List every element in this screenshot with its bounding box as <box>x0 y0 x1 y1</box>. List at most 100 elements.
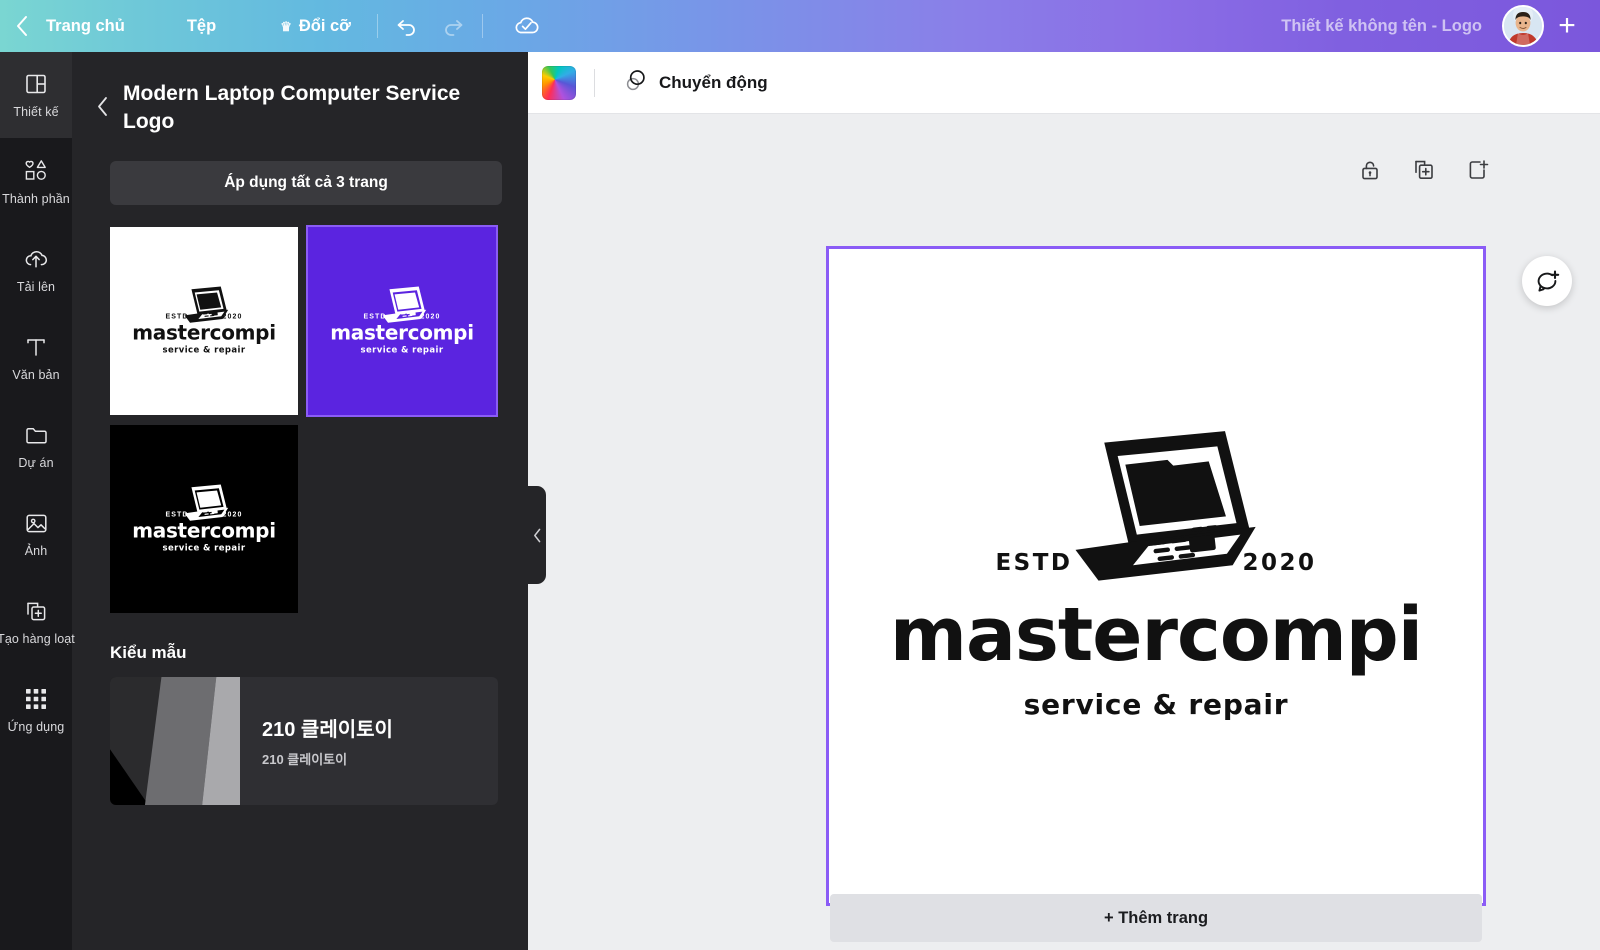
estd-label: ESTD <box>995 550 1073 576</box>
resize-label: Đổi cỡ <box>298 16 351 35</box>
mini-year: 2020 <box>222 511 243 519</box>
mini-estd: ESTD <box>165 511 189 519</box>
rainbow-color-swatch[interactable] <box>542 65 576 100</box>
lock-icon[interactable] <box>1358 158 1384 184</box>
mini-brand-name: mastercompi <box>330 320 474 345</box>
style-meta: 210 클레이토이 210 클레이토이 <box>240 677 393 805</box>
toolbar-divider-2 <box>481 14 483 38</box>
mini-estd: ESTD <box>363 313 387 321</box>
mini-estd-row: ESTD 2020 <box>129 511 279 518</box>
file-menu[interactable]: Tệp <box>167 0 260 52</box>
folder-icon <box>23 422 49 448</box>
avatar[interactable] <box>1502 5 1544 47</box>
bulk-create-icon <box>23 598 49 624</box>
upload-cloud-icon <box>23 246 49 272</box>
mini-estd-row: ESTD 2020 <box>129 313 279 320</box>
template-thumbnail-list: ESTD 2020 mastercompi service & repair E… <box>72 205 528 613</box>
style-thumbnail <box>110 676 240 805</box>
top-bar-left: Trang chủ Tệp ♛ Đổi cỡ <box>0 0 549 52</box>
add-comment-button[interactable] <box>1522 256 1572 306</box>
chevron-left-icon <box>98 97 107 116</box>
home-label: Trang chủ <box>46 16 125 35</box>
duplicate-page-icon[interactable] <box>1412 158 1438 184</box>
panel-collapse-handle[interactable] <box>528 486 546 584</box>
toolbar-divider-1 <box>376 14 378 38</box>
estd-row: ESTD 2020 <box>876 550 1436 576</box>
mini-tagline: service & repair <box>162 543 246 554</box>
mini-tagline: service & repair <box>360 345 444 356</box>
brand-name: mastercompi <box>889 592 1423 678</box>
animate-circles-icon <box>623 68 648 98</box>
sidebar-item-design[interactable]: Thiết kế <box>0 52 72 138</box>
back-button[interactable] <box>0 0 42 52</box>
year-label: 2020 <box>1242 550 1317 576</box>
brand-tagline: service & repair <box>1023 688 1289 721</box>
mini-tagline: service & repair <box>162 345 246 356</box>
redo-button[interactable] <box>430 0 476 52</box>
editor-area: Chuyển động ESTD 2020 mastercompi servic… <box>528 52 1600 950</box>
home-menu[interactable]: Trang chủ <box>42 0 167 52</box>
chevron-left-icon <box>16 16 27 36</box>
template-thumbnail-white[interactable]: ESTD 2020 mastercompi service & repair <box>110 226 298 415</box>
document-title[interactable]: Thiết kế không tên - Logo <box>1281 17 1482 36</box>
saved-status-button[interactable] <box>503 0 549 52</box>
sidebar-label: Tải lên <box>16 280 56 294</box>
chevron-left-icon <box>533 528 540 542</box>
style-sub: 210 클레이토이 <box>262 751 348 767</box>
layout-icon <box>23 71 49 97</box>
panel-header: Modern Laptop Computer Service Logo <box>72 52 528 137</box>
sidebar-item-bulk-create[interactable]: Tạo hàng loạt <box>0 578 75 666</box>
undo-button[interactable] <box>384 0 430 52</box>
sidebar-item-photos[interactable]: Ảnh <box>0 490 72 578</box>
grid-apps-icon <box>23 686 49 712</box>
sidebar-label: Thiết kế <box>13 105 59 119</box>
undo-icon <box>397 20 415 36</box>
mini-brand-name: mastercompi <box>132 320 276 345</box>
text-t-icon <box>23 334 49 360</box>
sidebar-label: Thành phần <box>2 192 70 206</box>
page-tools <box>1358 158 1492 184</box>
editor-toolbar: Chuyển động <box>528 52 1600 114</box>
sidebar-item-text[interactable]: Văn bản <box>0 314 72 402</box>
template-thumbnail-purple[interactable]: ESTD 2020 mastercompi service & repair <box>306 224 498 417</box>
mini-year: 2020 <box>420 313 441 321</box>
avatar-image <box>1504 7 1542 45</box>
design-canvas[interactable]: ESTD 2020 mastercompi service & repair <box>826 246 1486 906</box>
top-bar-right: Thiết kế không tên - Logo + <box>1281 0 1600 52</box>
sidebar-label: Ảnh <box>24 544 48 558</box>
image-icon <box>23 510 49 536</box>
apply-all-pages-button[interactable]: Áp dụng tất cả 3 trang <box>110 160 502 205</box>
redo-icon <box>445 20 463 36</box>
add-page-button[interactable]: + Thêm trang <box>830 894 1482 942</box>
style-thumbnail-art <box>110 676 240 805</box>
design-panel: Modern Laptop Computer Service Logo Áp d… <box>72 52 528 950</box>
sidebar-item-projects[interactable]: Dự án <box>0 402 72 490</box>
sidebar-item-elements[interactable]: Thành phần <box>0 138 72 226</box>
mini-logo: ESTD 2020 mastercompi service & repair <box>129 286 279 355</box>
sidebar-label: Văn bản <box>12 368 60 382</box>
animate-button[interactable]: Chuyển động <box>613 63 778 103</box>
crown-icon: ♛ <box>280 18 292 34</box>
styles-section-title: Kiểu mẫu <box>110 642 187 662</box>
mini-logo: ESTD 2020 mastercompi service & repair <box>327 286 477 355</box>
animate-label: Chuyển động <box>659 72 768 92</box>
logo-artwork[interactable]: ESTD 2020 mastercompi service & repair <box>876 431 1436 721</box>
mini-estd: ESTD <box>165 313 189 321</box>
left-rail: Thiết kế Thành phần Tải lên Văn bản Dự á… <box>0 52 75 950</box>
panel-title: Modern Laptop Computer Service Logo <box>123 82 461 134</box>
cloud-check-icon <box>515 17 539 34</box>
mini-year: 2020 <box>222 313 243 321</box>
resize-menu[interactable]: ♛ Đổi cỡ <box>260 0 371 52</box>
add-button[interactable]: + <box>1544 0 1590 52</box>
sidebar-item-uploads[interactable]: Tải lên <box>0 226 72 314</box>
add-comment-icon <box>1537 270 1559 292</box>
add-page-icon[interactable] <box>1466 158 1492 184</box>
template-thumbnail-black[interactable]: ESTD 2020 mastercompi service & repair <box>110 424 298 613</box>
style-card[interactable]: 210 클레이토이 210 클레이토이 <box>110 676 498 805</box>
mini-estd-row: ESTD 2020 <box>327 313 477 320</box>
sidebar-label: Tạo hàng loạt <box>0 632 75 646</box>
canvas-area: ESTD 2020 mastercompi service & repair +… <box>528 114 1600 950</box>
sidebar-item-apps[interactable]: Ứng dụng <box>0 666 72 754</box>
shapes-icon <box>23 158 49 184</box>
panel-back-button[interactable] <box>96 96 109 121</box>
